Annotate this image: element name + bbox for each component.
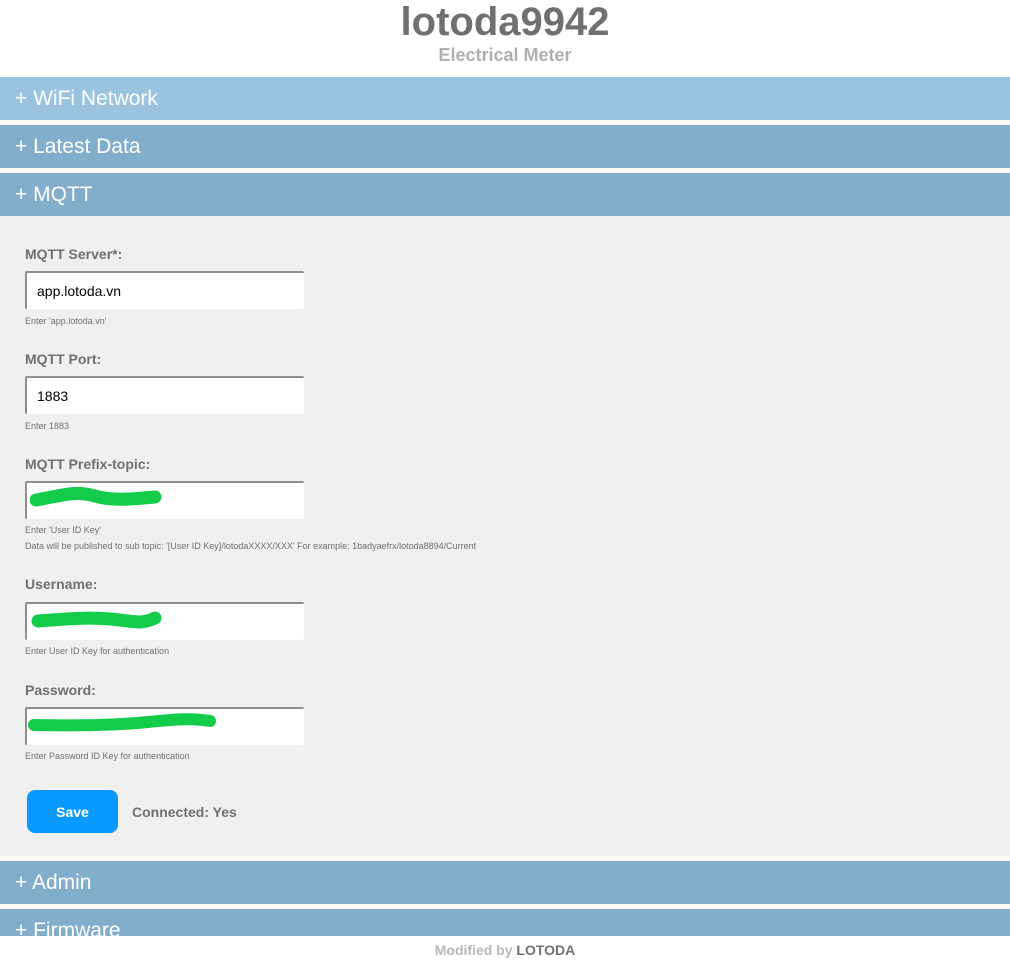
section-mqtt[interactable]: + MQTT — [0, 173, 1010, 216]
footer: Modified by LOTODA — [0, 936, 1010, 960]
footer-prefix: Modified by — [434, 942, 513, 958]
save-button[interactable]: Save — [27, 790, 118, 833]
username-input[interactable] — [25, 602, 304, 640]
mqtt-server-label: MQTT Server*: — [25, 246, 123, 262]
footer-brand: LOTODA — [516, 942, 576, 958]
connection-status: Connected: Yes — [132, 804, 237, 820]
mqtt-port-label: MQTT Port: — [25, 351, 102, 367]
section-latest-data[interactable]: + Latest Data — [0, 125, 1010, 168]
section-admin[interactable]: + Admin — [0, 861, 1010, 904]
header: lotoda9942 Electrical Meter — [0, 0, 1010, 77]
mqtt-prefix-hint-detail: Data will be published to sub topic: '[U… — [25, 541, 477, 551]
mqtt-server-hint: Enter 'app.lotoda.vn' — [25, 316, 107, 326]
section-wifi-network[interactable]: + WiFi Network — [0, 77, 1010, 120]
mqtt-prefix-hint: Enter 'User ID Key' — [25, 525, 101, 535]
password-hint: Enter Password ID Key for authentication — [25, 751, 190, 761]
mqtt-panel: MQTT Server*: Enter 'app.lotoda.vn' MQTT… — [0, 216, 1010, 856]
mqtt-server-input[interactable] — [25, 271, 304, 309]
device-title: lotoda9942 — [400, 0, 610, 44]
password-label: Password: — [25, 682, 96, 698]
mqtt-port-input[interactable] — [25, 376, 304, 414]
mqtt-prefix-input[interactable] — [25, 481, 304, 519]
device-subtitle: Electrical Meter — [438, 45, 572, 65]
mqtt-port-hint: Enter 1883 — [25, 421, 70, 431]
username-label: Username: — [25, 576, 98, 592]
username-hint: Enter User ID Key for authentication — [25, 646, 170, 656]
mqtt-prefix-label: MQTT Prefix-topic: — [25, 456, 151, 472]
password-input[interactable] — [25, 707, 304, 745]
